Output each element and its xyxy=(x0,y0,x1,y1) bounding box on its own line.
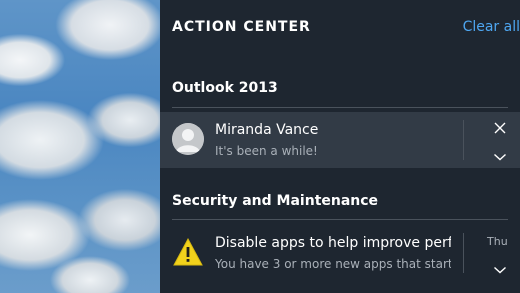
user-avatar-icon xyxy=(172,123,204,155)
notification-body: You have 3 or more new apps that start a… xyxy=(215,257,451,271)
warning-icon xyxy=(172,236,204,268)
desktop-wallpaper xyxy=(0,0,160,293)
action-center-header: ACTION CENTER Clear all xyxy=(172,17,520,41)
notification-separator xyxy=(463,233,464,273)
desktop: ACTION CENTER Clear all Outlook 2013 Mir… xyxy=(0,0,520,293)
action-center-title: ACTION CENTER xyxy=(172,19,311,35)
notification-time: Thu xyxy=(487,235,508,248)
notification-separator xyxy=(463,120,464,160)
clear-all-button[interactable]: Clear all xyxy=(463,19,520,35)
notification-security[interactable]: Disable apps to help improve performance… xyxy=(160,225,520,281)
notification-outlook[interactable]: Miranda Vance It's been a while! xyxy=(160,112,520,168)
chevron-down-icon[interactable] xyxy=(493,147,507,161)
action-center-panel: ACTION CENTER Clear all Outlook 2013 Mir… xyxy=(160,0,520,293)
close-icon[interactable] xyxy=(493,120,507,134)
group-divider xyxy=(172,219,508,220)
chevron-down-icon[interactable] xyxy=(493,260,507,274)
notification-title: Miranda Vance xyxy=(215,122,319,138)
notification-body: It's been a while! xyxy=(215,144,318,158)
notification-title: Disable apps to help improve performance xyxy=(215,235,451,251)
group-title-outlook: Outlook 2013 xyxy=(172,80,278,96)
group-title-security: Security and Maintenance xyxy=(172,193,379,209)
group-divider xyxy=(172,107,508,108)
